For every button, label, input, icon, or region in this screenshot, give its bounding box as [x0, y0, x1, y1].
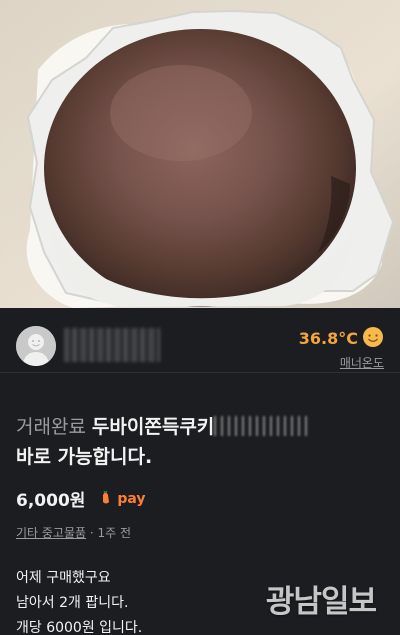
- meta-separator: ·: [89, 526, 98, 540]
- manner-temperature-link[interactable]: 매너온도: [340, 354, 384, 371]
- product-title: 거래완료 두바이쫀득쿠키 바로 가능합니다.: [16, 412, 384, 472]
- seller-avatar[interactable]: [16, 326, 56, 366]
- price-row: 6,000원 pay: [16, 486, 146, 511]
- sale-status: 거래완료: [16, 416, 86, 438]
- newspaper-watermark: 광남일보: [265, 584, 377, 620]
- seller-profile[interactable]: 36.8°C 매너온도: [0, 308, 400, 373]
- description-line-1: 어제 구매했구요: [16, 570, 111, 586]
- carrot-pay-badge: pay: [99, 490, 146, 507]
- seller-name-redaction: [64, 328, 160, 362]
- product-title-text: 두바이쫀득쿠키: [91, 416, 215, 438]
- product-meta: 기타 중고물품 · 1주 전: [16, 524, 131, 541]
- product-title-continuation: 바로 가능합니다.: [16, 446, 153, 468]
- default-avatar-icon: [16, 326, 56, 366]
- category-link[interactable]: 기타 중고물품: [16, 526, 86, 540]
- smiling-face-icon: [363, 327, 383, 347]
- product-photo[interactable]: [0, 0, 400, 308]
- seller-name[interactable]: [64, 328, 160, 362]
- manner-temperature-value: 36.8°C: [298, 329, 358, 348]
- carrot-pay-icon: [102, 490, 109, 503]
- pay-label: pay: [117, 490, 146, 507]
- posted-time: 1주 전: [97, 526, 132, 540]
- title-redaction: [214, 416, 313, 436]
- product-description: 어제 구매했구요 남아서 2개 팝니다. 개당 6000원 입니다.: [16, 566, 142, 635]
- product-photo-image: [0, 0, 400, 308]
- description-line-3: 개당 6000원 입니다.: [16, 620, 143, 635]
- product-price: 6,000원: [16, 491, 86, 511]
- description-line-2: 남아서 2개 팝니다.: [16, 595, 129, 611]
